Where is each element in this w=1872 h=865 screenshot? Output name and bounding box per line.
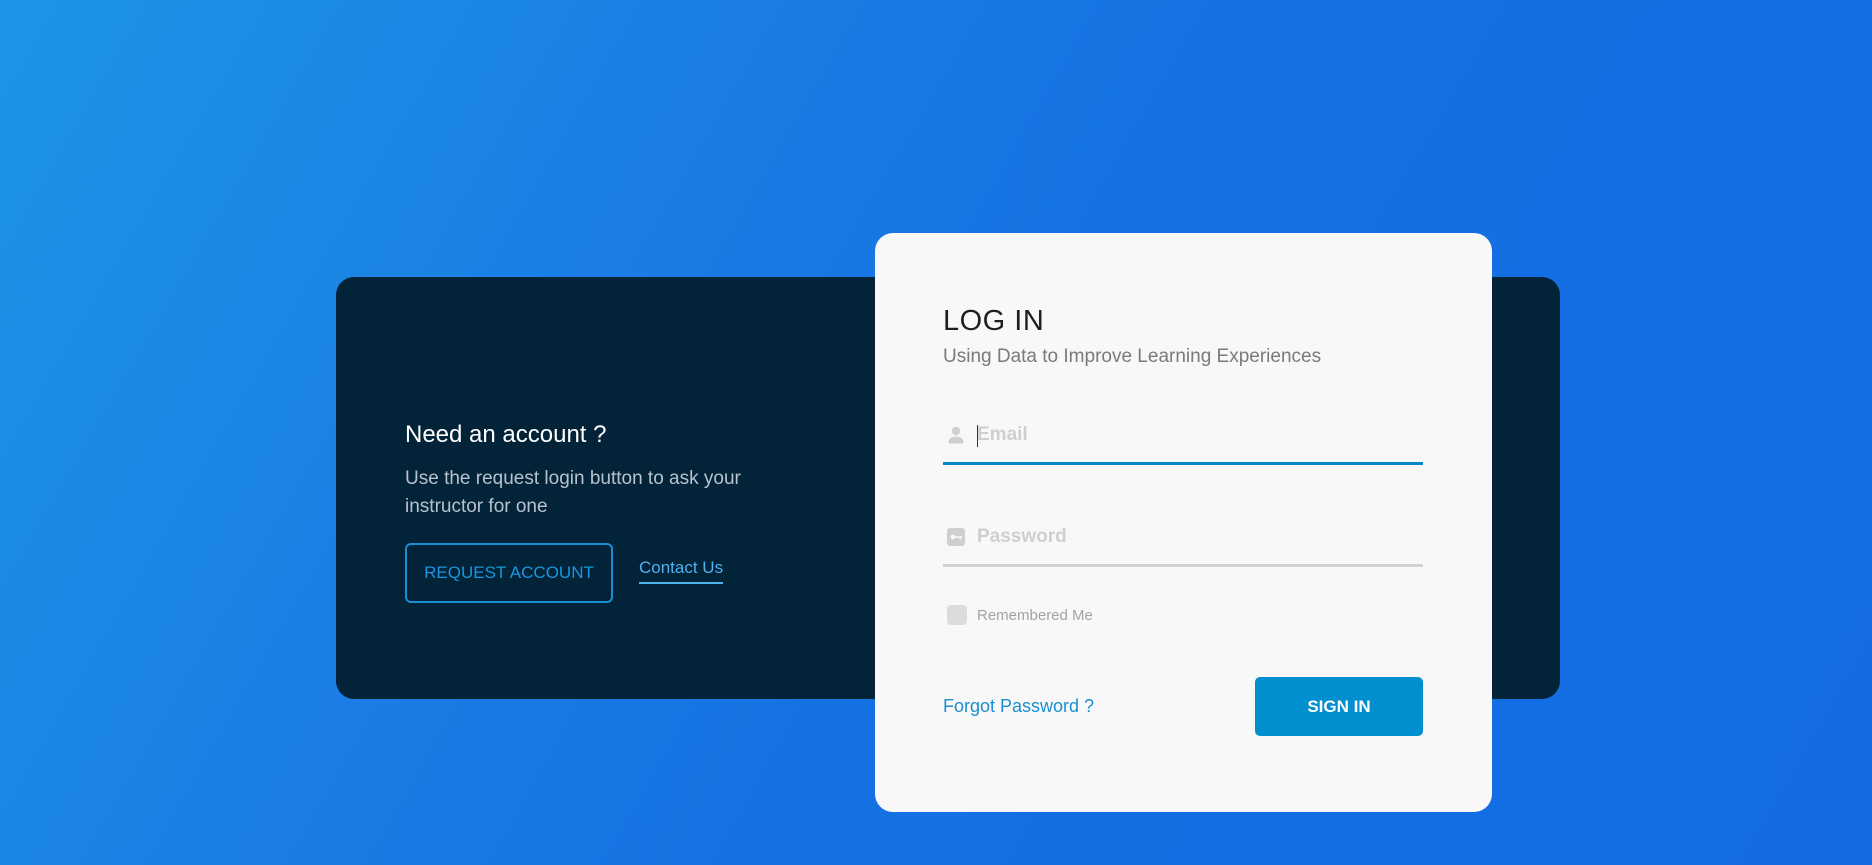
login-form: LOG IN Using Data to Improve Learning Ex…	[943, 305, 1423, 736]
email-input[interactable]	[977, 424, 1377, 446]
sign-in-button[interactable]: SIGN IN	[1255, 677, 1423, 736]
signup-description: Use the request login button to ask your…	[405, 468, 741, 517]
login-subtitle: Using Data to Improve Learning Experienc…	[943, 346, 1322, 367]
contact-us-link[interactable]: Contact Us	[639, 558, 724, 584]
forgot-password-link[interactable]: Forgot Password ?	[943, 696, 1094, 717]
key-icon	[947, 527, 965, 547]
user-icon	[947, 425, 965, 445]
remember-me-label[interactable]: Remembered Me	[977, 607, 1093, 624]
remember-me-row: Remembered Me	[947, 605, 1423, 625]
text-cursor	[977, 425, 978, 447]
request-account-button[interactable]: REQUEST ACCOUNT	[405, 543, 613, 603]
email-field-container	[943, 408, 1423, 465]
remember-me-checkbox[interactable]	[947, 605, 967, 625]
password-field-container	[943, 510, 1423, 567]
login-card: LOG IN Using Data to Improve Learning Ex…	[875, 233, 1492, 812]
signup-content: Need an account ? Use the request login …	[405, 421, 805, 603]
signup-title: Need an account ?	[405, 421, 607, 448]
password-input[interactable]	[977, 526, 1377, 548]
signup-actions: REQUEST ACCOUNT Contact Us	[405, 543, 805, 603]
login-actions: Forgot Password ? SIGN IN	[943, 677, 1423, 736]
login-title: LOG IN	[943, 305, 1045, 337]
